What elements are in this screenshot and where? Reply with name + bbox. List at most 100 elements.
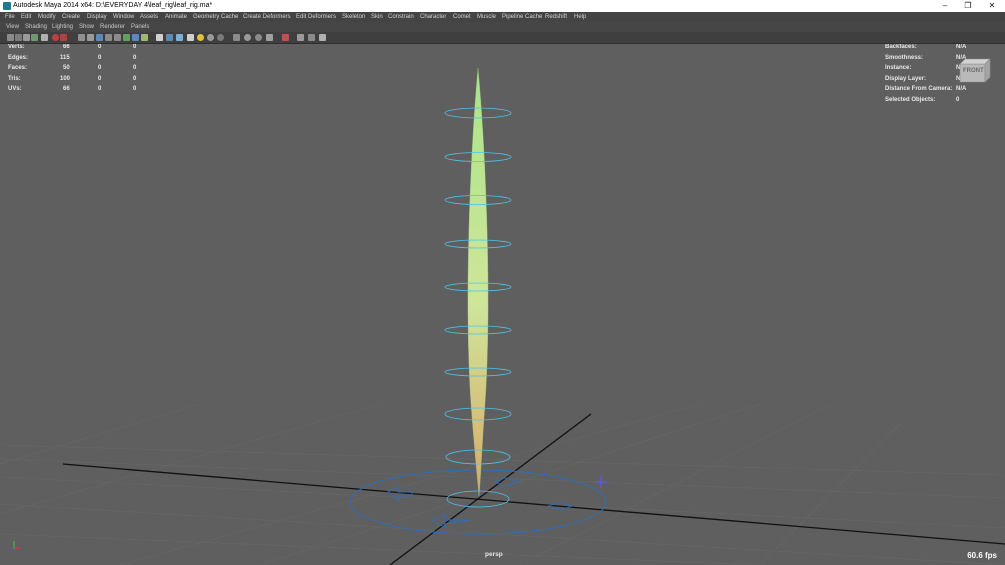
hud-distance-label: Distance From Camera: — [885, 86, 953, 92]
panel-menu-view[interactable]: View — [6, 22, 19, 32]
hud-faces-b: 0 — [98, 65, 102, 71]
menu-animate[interactable]: Animate — [165, 12, 187, 22]
hud-backfaces-label: Backfaces: — [885, 44, 917, 50]
hud-backfaces-value: N/A — [956, 44, 967, 50]
hud-uvs-c: 0 — [133, 86, 137, 92]
object-details-hud: Backfaces: N/A Smoothness: N/A Instance:… — [885, 44, 966, 105]
perspective-viewport[interactable]: Verts: 66 0 0 Edges: 115 0 0 Faces: 50 0… — [0, 44, 1005, 565]
smooth-shade-icon[interactable] — [141, 34, 148, 41]
grid-axis-x — [62, 463, 1005, 545]
menu-geometry-cache[interactable]: Geometry Cache — [193, 12, 238, 22]
hud-faces-c: 0 — [133, 65, 137, 71]
fps-counter: 60.6 fps — [967, 551, 997, 560]
textured-icon[interactable] — [166, 34, 173, 41]
hud-tris-c: 0 — [133, 75, 137, 82]
hud-tris-a: 100 — [60, 75, 71, 82]
menu-file[interactable]: File — [5, 12, 15, 22]
window-title-bar: Autodesk Maya 2014 x64: D:\EVERYDAY 4\le… — [0, 0, 1005, 12]
record-icon[interactable] — [52, 34, 59, 41]
poly-count-hud: Verts: 66 0 0 Edges: 115 0 0 Faces: 50 0… — [8, 44, 136, 94]
safe-action-icon[interactable] — [105, 34, 112, 41]
panel-menu-panels[interactable]: Panels — [131, 22, 149, 32]
menu-pipeline-cache[interactable]: Pipeline Cache — [502, 12, 542, 22]
menu-edit-deformers[interactable]: Edit Deformers — [296, 12, 336, 22]
hud-uvs-a: 66 — [63, 86, 70, 92]
shadows-icon[interactable] — [207, 34, 214, 41]
panel-menu-shading[interactable]: Shading — [25, 22, 47, 32]
wireframe-on-shaded-icon[interactable] — [156, 34, 163, 41]
hud-smoothness-label: Smoothness: — [885, 54, 924, 61]
hud-distance-value: N/A — [956, 86, 967, 92]
isolate-select-icon[interactable] — [266, 34, 273, 41]
hud-tris-b: 0 — [98, 75, 102, 82]
bookmark-icon[interactable] — [23, 34, 30, 41]
hud-verts-c: 0 — [133, 44, 137, 50]
select-camera-icon[interactable] — [7, 34, 14, 41]
menu-redshift[interactable]: Redshift — [545, 12, 567, 22]
menu-modify[interactable]: Modify — [38, 12, 56, 22]
resolution-gate-icon[interactable] — [78, 34, 85, 41]
film-gate-icon[interactable] — [60, 34, 67, 41]
panel-menu-show[interactable]: Show — [79, 22, 94, 32]
view-cube[interactable]: FRONT — [957, 58, 991, 84]
close-button[interactable]: ✕ — [985, 0, 999, 12]
menu-skeleton[interactable]: Skeleton — [342, 12, 365, 22]
menu-assets[interactable]: Assets — [140, 12, 158, 22]
menu-comet[interactable]: Comet — [453, 12, 471, 22]
image-plane-icon[interactable] — [31, 34, 38, 41]
camera-name-label: persp — [485, 551, 503, 558]
field-chart-icon[interactable] — [96, 34, 103, 41]
hud-uvs-label: UVs: — [8, 86, 22, 92]
hud-faces-label: Faces: — [8, 65, 28, 71]
grid-axis-z — [389, 413, 592, 565]
hud-selected-objects-value: 0 — [956, 96, 960, 103]
gate-mask-icon[interactable] — [87, 34, 94, 41]
maya-app-icon — [3, 2, 11, 10]
menu-display[interactable]: Display — [87, 12, 107, 22]
hud-instance-label: Instance: — [885, 65, 912, 71]
leaf-mesh[interactable] — [467, 67, 489, 497]
frame-all-icon[interactable] — [297, 34, 304, 41]
hud-toggle-icon[interactable] — [319, 34, 326, 41]
menu-create-deformers[interactable]: Create Deformers — [243, 12, 291, 22]
xray-joints-icon[interactable] — [282, 34, 289, 41]
menu-skin[interactable]: Skin — [371, 12, 383, 22]
view-cube-label: FRONT — [963, 68, 984, 74]
scene-canvas[interactable] — [0, 44, 1005, 565]
lighting-icon[interactable] — [176, 34, 183, 41]
menu-edit[interactable]: Edit — [21, 12, 31, 22]
hud-verts-b: 0 — [98, 44, 102, 50]
ground-grid — [0, 403, 1005, 565]
menu-help[interactable]: Help — [574, 12, 586, 22]
grid-toggle-icon[interactable] — [41, 34, 48, 41]
minimize-button[interactable]: – — [938, 0, 952, 12]
menu-constrain[interactable]: Constrain — [388, 12, 414, 22]
hud-selected-objects-label: Selected Objects: — [885, 96, 936, 103]
hud-edges-label: Edges: — [8, 54, 29, 61]
main-menu-bar: File Edit Modify Create Display Window A… — [0, 12, 1005, 22]
panel-menu-renderer[interactable]: Renderer — [100, 22, 125, 32]
xray-icon[interactable] — [123, 34, 130, 41]
safe-title-icon[interactable] — [114, 34, 121, 41]
hud-tris-label: Tris: — [8, 75, 21, 82]
menu-character[interactable]: Character — [420, 12, 446, 22]
restore-button[interactable]: ❐ — [961, 0, 975, 12]
menu-muscle[interactable]: Muscle — [477, 12, 496, 22]
panel-toolbar — [0, 32, 1005, 44]
motion-blur-icon[interactable] — [233, 34, 240, 41]
hud-edges-b: 0 — [98, 54, 102, 61]
menu-window[interactable]: Window — [113, 12, 134, 22]
menu-create[interactable]: Create — [62, 12, 80, 22]
depth-of-field-icon[interactable] — [255, 34, 262, 41]
panel-menu-lighting[interactable]: Lighting — [52, 22, 73, 32]
use-all-lights-icon[interactable] — [197, 34, 204, 41]
anti-aliasing-icon[interactable] — [244, 34, 251, 41]
panel-menu-bar: View Shading Lighting Show Renderer Pane… — [0, 22, 1005, 32]
pivot-locator-icon[interactable] — [595, 476, 607, 488]
wireframe-icon[interactable] — [132, 34, 139, 41]
frame-selected-icon[interactable] — [308, 34, 315, 41]
ambient-occlusion-icon[interactable] — [217, 34, 224, 41]
checker-icon[interactable] — [187, 34, 194, 41]
camera-attributes-icon[interactable] — [15, 34, 22, 41]
hud-verts-label: Verts: — [8, 44, 25, 50]
